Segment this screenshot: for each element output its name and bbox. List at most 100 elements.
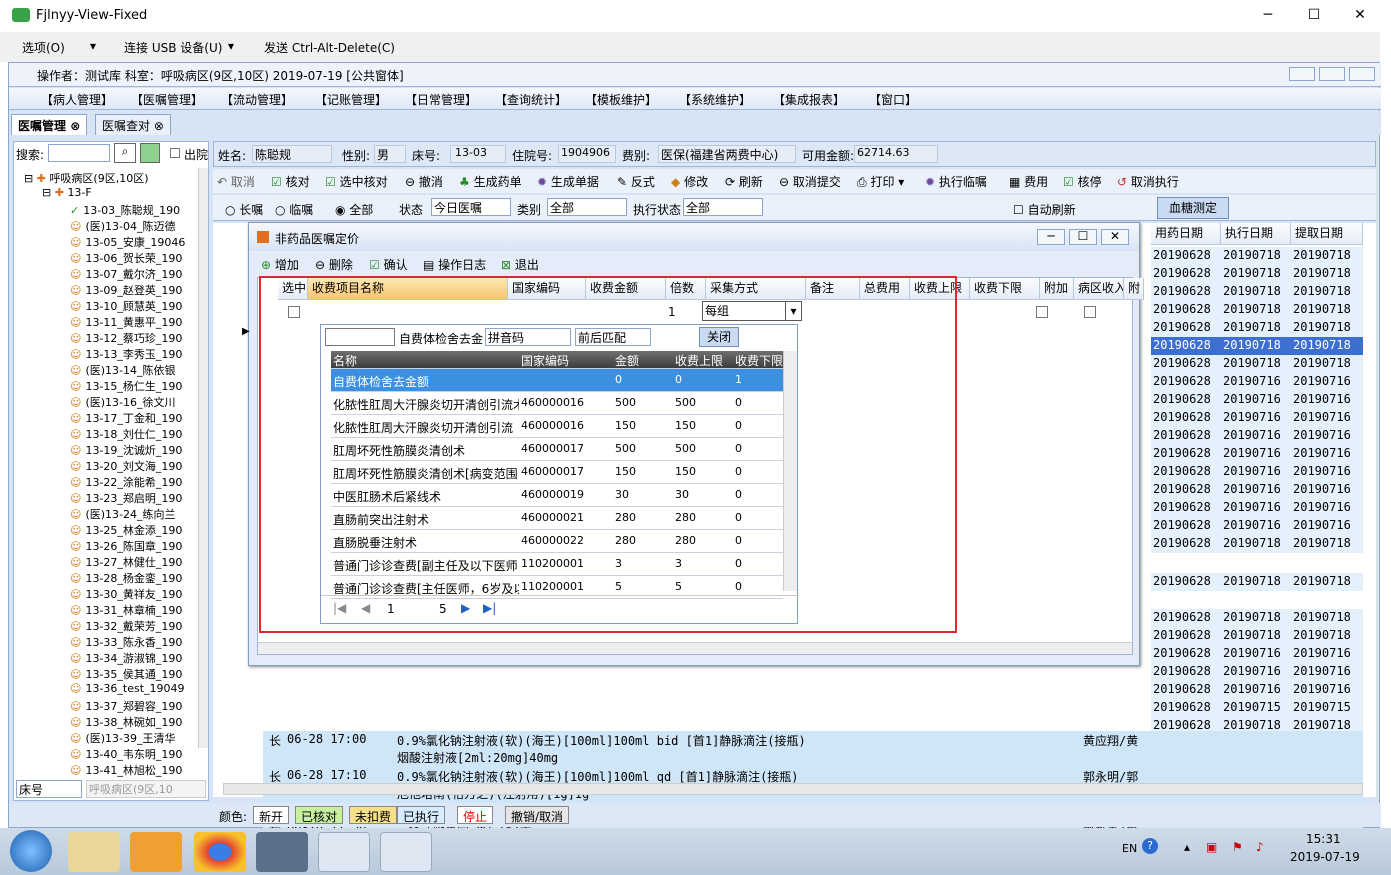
patient-tree-item[interactable]: ☺ 13-35_侯其通_190 bbox=[70, 666, 182, 682]
patient-tree-item[interactable]: ☺ 13-30_黄祥友_190 bbox=[70, 586, 182, 602]
nurse-app-icon[interactable] bbox=[318, 832, 370, 872]
dialog-close-button[interactable]: ✕ bbox=[1101, 229, 1129, 245]
patient-tree-item[interactable]: ☺ 13-40_韦东明_190 bbox=[70, 746, 182, 762]
gen-document-button[interactable]: ✹ 生成单据 bbox=[537, 173, 599, 190]
dropdown-icon[interactable]: ▾ bbox=[90, 39, 96, 53]
dropdown-icon[interactable]: ▾ bbox=[228, 39, 234, 53]
add-button[interactable]: ⊕ 增加 bbox=[261, 256, 299, 273]
chrome-icon[interactable] bbox=[194, 832, 246, 872]
patient-tree-item[interactable]: ☺ 13-23_郑启明_190 bbox=[70, 490, 182, 506]
date-row[interactable]: 20190628 20190718 20190718 bbox=[1151, 319, 1363, 337]
exec-temp-button[interactable]: ✹ 执行临嘱 bbox=[925, 173, 987, 190]
all-orders-radio[interactable]: ◉ 全部 bbox=[335, 201, 373, 218]
date-row[interactable]: 20190628 20190716 20190716 bbox=[1151, 681, 1363, 699]
patient-tree-item[interactable]: ☺ 13-32_戴荣芳_190 bbox=[70, 618, 182, 634]
dialog-col-header[interactable]: 病区收入 bbox=[1074, 278, 1124, 300]
verify-button[interactable]: ☑ 核对 bbox=[271, 173, 310, 190]
menu-orders[interactable]: 【医嘱管理】 bbox=[131, 91, 203, 108]
maximize-button[interactable]: ☐ bbox=[1291, 0, 1337, 32]
menu-window[interactable]: 【窗口】 bbox=[869, 91, 917, 108]
volume-icon[interactable]: ♪ bbox=[1256, 840, 1264, 854]
clock-time[interactable]: 15:31 bbox=[1306, 832, 1341, 846]
menu-system[interactable]: 【系统维护】 bbox=[679, 91, 751, 108]
tree-scrollbar[interactable] bbox=[198, 168, 208, 748]
date-row[interactable]: 20190628 20190718 20190718 bbox=[1151, 609, 1363, 627]
patient-tree-item[interactable]: ☺ 13-11_黄惠平_190 bbox=[70, 314, 182, 330]
date-row[interactable]: 20190628 20190716 20190716 bbox=[1151, 517, 1363, 535]
floor-node[interactable]: ⊟ ✚ 13-F bbox=[42, 186, 92, 199]
media-player-icon[interactable] bbox=[130, 832, 182, 872]
oplog-button[interactable]: ▤ 操作日志 bbox=[423, 256, 486, 273]
help-icon[interactable]: ? bbox=[1142, 838, 1158, 854]
temp-order-radio[interactable]: ○ 临嘱 bbox=[275, 201, 313, 218]
language-indicator[interactable]: EN bbox=[1122, 842, 1137, 855]
delete-button[interactable]: ⊖ 删除 bbox=[315, 256, 353, 273]
date-row[interactable]: 20190628 20190716 20190716 bbox=[1151, 663, 1363, 681]
dialog-col-header[interactable]: 收费下限 bbox=[970, 278, 1040, 300]
date-row[interactable]: 20190628 20190718 20190718 bbox=[1151, 535, 1363, 553]
patient-tree-item[interactable]: ☺ 13-19_沈诚炘_190 bbox=[70, 442, 182, 458]
date-row[interactable]: 20190628 20190718 20190718 bbox=[1151, 627, 1363, 645]
network-icon[interactable]: ▣ bbox=[1206, 840, 1217, 854]
tab-order-management[interactable]: 医嘱管理 ⊗ bbox=[11, 114, 88, 135]
col-header-drug-date[interactable]: 用药日期 bbox=[1151, 223, 1221, 245]
menu-query[interactable]: 【查询统计】 bbox=[495, 91, 567, 108]
reverse-button[interactable]: ✎ 反式 bbox=[617, 173, 655, 190]
dialog-min-button[interactable]: ─ bbox=[1037, 229, 1065, 245]
send-cad-menu[interactable]: 发送 Ctrl-Alt-Delete(C) bbox=[264, 39, 395, 56]
print-button[interactable]: ⎙ 打印 ▾ bbox=[857, 173, 904, 190]
date-row[interactable]: 20190628 20190718 20190718 bbox=[1151, 355, 1363, 373]
order-row[interactable]: 长 06-28 17:00 0.9%氯化钠注射液(软)(海王)[100ml]100m… bbox=[263, 731, 1363, 767]
col-header-fetch-date[interactable]: 提取日期 bbox=[1291, 223, 1363, 245]
patient-tree-item[interactable]: ☺ (医)13-16_徐文川 bbox=[70, 394, 176, 410]
patient-tree-item[interactable]: ☺ 13-15_杨仁生_190 bbox=[70, 378, 182, 394]
patient-tree-item[interactable]: ✓ 13-03_陈聪规_190 bbox=[70, 202, 180, 218]
date-row[interactable]: 20190628 20190716 20190716 bbox=[1151, 445, 1363, 463]
cancel-exec-button[interactable]: ↺ 取消执行 bbox=[1117, 173, 1179, 190]
patient-tree-item[interactable]: ☺ 13-38_林碗如_190 bbox=[70, 714, 182, 730]
patient-tree-item[interactable]: ☺ 13-18_刘仕仁_190 bbox=[70, 426, 182, 442]
explorer-icon[interactable] bbox=[68, 832, 120, 872]
patient-tree-item[interactable]: ☺ 13-34_游淑锦_190 bbox=[70, 650, 182, 666]
close-icon[interactable]: ⊗ bbox=[70, 119, 80, 133]
patient-tree-item[interactable]: ☺ 13-41_林旭松_190 bbox=[70, 762, 182, 778]
tray-arrow-icon[interactable]: ▴ bbox=[1184, 840, 1190, 854]
inner-close-button[interactable] bbox=[1349, 67, 1375, 81]
discharged-checkbox[interactable] bbox=[170, 148, 180, 158]
date-row[interactable]: 20190628 20190718 20190718 bbox=[1151, 573, 1363, 591]
patient-tree-item[interactable]: ☺ 13-33_陈永香_190 bbox=[70, 634, 182, 650]
cancel-button[interactable]: ↶ 取消 bbox=[217, 173, 255, 190]
doctor-app-icon[interactable] bbox=[380, 832, 432, 872]
confirm-button[interactable]: ☑ 确认 bbox=[369, 256, 408, 273]
patient-tree-item[interactable]: ☺ 13-28_杨金銮_190 bbox=[70, 570, 182, 586]
dialog-col-header[interactable]: 附加 bbox=[1040, 278, 1074, 300]
date-row[interactable]: 20190628 20190716 20190716 bbox=[1151, 645, 1363, 663]
patient-tree-item[interactable]: ☺ 13-09_赵登英_190 bbox=[70, 282, 182, 298]
date-row[interactable]: 20190628 20190718 20190718 bbox=[1151, 265, 1363, 283]
patient-tree-item[interactable]: ☺ 13-10_顾慧英_190 bbox=[70, 298, 182, 314]
gen-drug-list-button[interactable]: ♣ 生成药单 bbox=[459, 173, 522, 190]
patient-tree-item[interactable]: ☺ (医)13-24_练向兰 bbox=[70, 506, 176, 522]
patient-tree-item[interactable]: ☺ 13-25_林金添_190 bbox=[70, 522, 182, 538]
type-select[interactable]: 全部 bbox=[547, 198, 627, 216]
bed-select[interactable]: 床号 bbox=[16, 780, 82, 798]
auto-refresh-checkbox[interactable]: ☐ 自动刷新 bbox=[1013, 201, 1076, 218]
date-row[interactable]: 20190628 20190716 20190716 bbox=[1151, 391, 1363, 409]
edit-button[interactable]: ◆ 修改 bbox=[671, 173, 708, 190]
undo-button[interactable]: ⊖ 撤消 bbox=[405, 173, 443, 190]
ward-select[interactable]: 呼吸病区(9区,10 bbox=[86, 780, 206, 798]
exec-select[interactable]: 全部 bbox=[683, 198, 763, 216]
options-menu[interactable]: 选项(O) bbox=[22, 39, 65, 56]
dialog-hscrollbar[interactable] bbox=[258, 642, 1132, 654]
glucose-button[interactable]: 血糖测定 bbox=[1157, 197, 1229, 219]
cancel-submit-button[interactable]: ⊖ 取消提交 bbox=[779, 173, 841, 190]
tab-order-check[interactable]: 医嘱查对 ⊗ bbox=[95, 114, 171, 135]
date-row[interactable]: 20190628 20190718 20190718 bbox=[1151, 247, 1363, 265]
patient-tree-item[interactable]: ☺ 13-17_丁金和_190 bbox=[70, 410, 182, 426]
ward-node[interactable]: ⊟ ✚ 呼吸病区(9区,10区) bbox=[24, 170, 149, 186]
patient-tree-item[interactable]: ☺ 13-22_涂能希_190 bbox=[70, 474, 182, 490]
inner-restore-button[interactable] bbox=[1319, 67, 1345, 81]
date-row[interactable]: 20190628 20190716 20190716 bbox=[1151, 463, 1363, 481]
date-row[interactable]: 20190628 20190716 20190716 bbox=[1151, 499, 1363, 517]
usb-menu[interactable]: 连接 USB 设备(U) bbox=[124, 39, 222, 56]
